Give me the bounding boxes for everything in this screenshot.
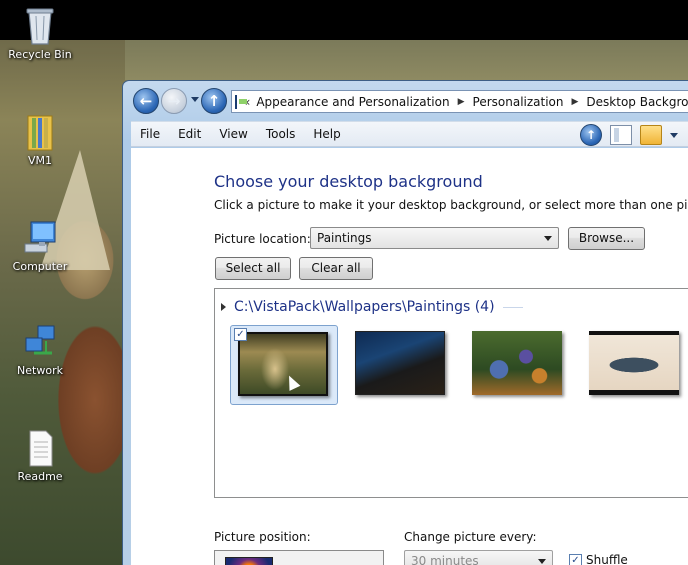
thumbnail-image	[355, 331, 445, 395]
network-icon	[25, 325, 55, 355]
select-all-button[interactable]: Select all	[215, 257, 291, 280]
desktop-icon-label: Recycle Bin	[8, 48, 72, 61]
menu-file[interactable]: File	[131, 127, 169, 141]
wallpaper-sky	[125, 40, 688, 80]
shuffle-checkbox[interactable]: ✓	[569, 553, 582, 565]
desktop-icon-computer[interactable]: Computer	[0, 218, 80, 273]
desktop-icon-label: Network	[17, 364, 63, 377]
breadcrumb-separator-icon[interactable]: ▶	[572, 97, 579, 107]
menu-edit[interactable]: Edit	[169, 127, 210, 141]
thumbnail-painting-1[interactable]: ✓	[230, 325, 338, 405]
wallpaper-gallery: C:\VistaPack\Wallpapers\Paintings (4) ✓	[214, 288, 688, 498]
up-button[interactable]: ↑	[201, 88, 227, 114]
folder-icon[interactable]	[640, 125, 662, 145]
position-preview-thumbnail	[225, 557, 273, 565]
thumbnail-image	[472, 331, 562, 395]
back-arrow-icon: ←	[139, 92, 153, 110]
picture-location-value: Paintings	[317, 231, 372, 245]
menu-view[interactable]: View	[210, 127, 256, 141]
control-panel-icon	[235, 94, 247, 109]
shuffle-option[interactable]: ✓ Shuffle	[569, 553, 628, 565]
change-picture-interval-select[interactable]: 30 minutes	[404, 550, 553, 565]
thumbnail-image	[589, 331, 679, 395]
picture-position-select[interactable]	[214, 550, 384, 565]
page-title: Choose your desktop background	[214, 172, 483, 191]
content-area: Choose your desktop background Click a p…	[131, 148, 688, 565]
picture-position-label: Picture position:	[214, 530, 311, 544]
breadcrumb-separator-icon[interactable]: ▶	[458, 97, 465, 107]
shuffle-label: Shuffle	[586, 553, 628, 565]
collapse-chevron-icon[interactable]	[221, 303, 226, 311]
thumbnail-checkbox[interactable]: ✓	[234, 328, 247, 341]
preview-pane-icon[interactable]	[610, 125, 632, 145]
address-bar[interactable]: « Appearance and Personalization ▶ Perso…	[231, 90, 688, 113]
change-picture-label: Change picture every:	[404, 530, 537, 544]
recycle-bin-icon	[26, 8, 54, 45]
thumbnail-painting-4[interactable]	[582, 325, 688, 405]
computer-icon	[24, 221, 56, 253]
page-description: Click a picture to make it your desktop …	[214, 198, 688, 212]
menu-tools[interactable]: Tools	[257, 127, 305, 141]
folder-icon	[27, 115, 53, 151]
personalization-window: ← → ↑ « Appearance and Personalization ▶…	[122, 80, 688, 565]
forward-button[interactable]: →	[161, 88, 187, 114]
navigation-bar: ← → ↑ « Appearance and Personalization ▶…	[131, 85, 688, 117]
thumbnail-painting-2[interactable]	[348, 325, 456, 405]
desktop-icon-recycle-bin[interactable]: Recycle Bin	[0, 6, 80, 61]
clear-all-button[interactable]: Clear all	[299, 257, 373, 280]
chevron-down-icon	[544, 236, 552, 241]
thumbnail-painting-3[interactable]	[465, 325, 573, 405]
picture-location-label: Picture location:	[214, 232, 311, 246]
desktop-icon-readme[interactable]: Readme	[0, 428, 80, 483]
thumbnail-image	[238, 332, 328, 396]
desktop-icon-network[interactable]: Network	[0, 322, 80, 377]
breadcrumb-appearance[interactable]: Appearance and Personalization	[256, 95, 449, 109]
group-divider	[502, 306, 523, 308]
forward-arrow-icon: →	[167, 92, 181, 110]
gallery-group-header[interactable]: C:\VistaPack\Wallpapers\Paintings (4)	[221, 299, 523, 315]
gallery-group-title: C:\VistaPack\Wallpapers\Paintings (4)	[234, 299, 495, 315]
desktop-icon-vm1[interactable]: VM1	[0, 112, 80, 167]
breadcrumb-personalization[interactable]: Personalization	[473, 95, 564, 109]
desktop-icon-label: Readme	[17, 470, 63, 483]
desktop-icon-label: Computer	[12, 260, 68, 273]
nav-up-icon[interactable]: ↑	[580, 124, 602, 146]
menu-help[interactable]: Help	[304, 127, 349, 141]
browse-button[interactable]: Browse...	[568, 227, 645, 250]
text-document-icon	[29, 430, 53, 467]
back-button[interactable]: ←	[133, 88, 159, 114]
recent-pages-dropdown-icon[interactable]	[191, 97, 199, 102]
picture-location-select[interactable]: Paintings	[310, 227, 559, 249]
desktop-icon-label: VM1	[27, 154, 52, 167]
chevron-down-icon[interactable]	[670, 132, 678, 138]
toolbar-tools: ↑	[580, 122, 688, 148]
up-arrow-icon: ↑	[207, 92, 221, 110]
chevron-down-icon	[538, 559, 546, 564]
change-picture-value: 30 minutes	[411, 554, 479, 565]
breadcrumb-desktop-background[interactable]: Desktop Background	[586, 95, 688, 109]
menu-bar: File Edit View Tools Help ↑	[131, 121, 688, 147]
